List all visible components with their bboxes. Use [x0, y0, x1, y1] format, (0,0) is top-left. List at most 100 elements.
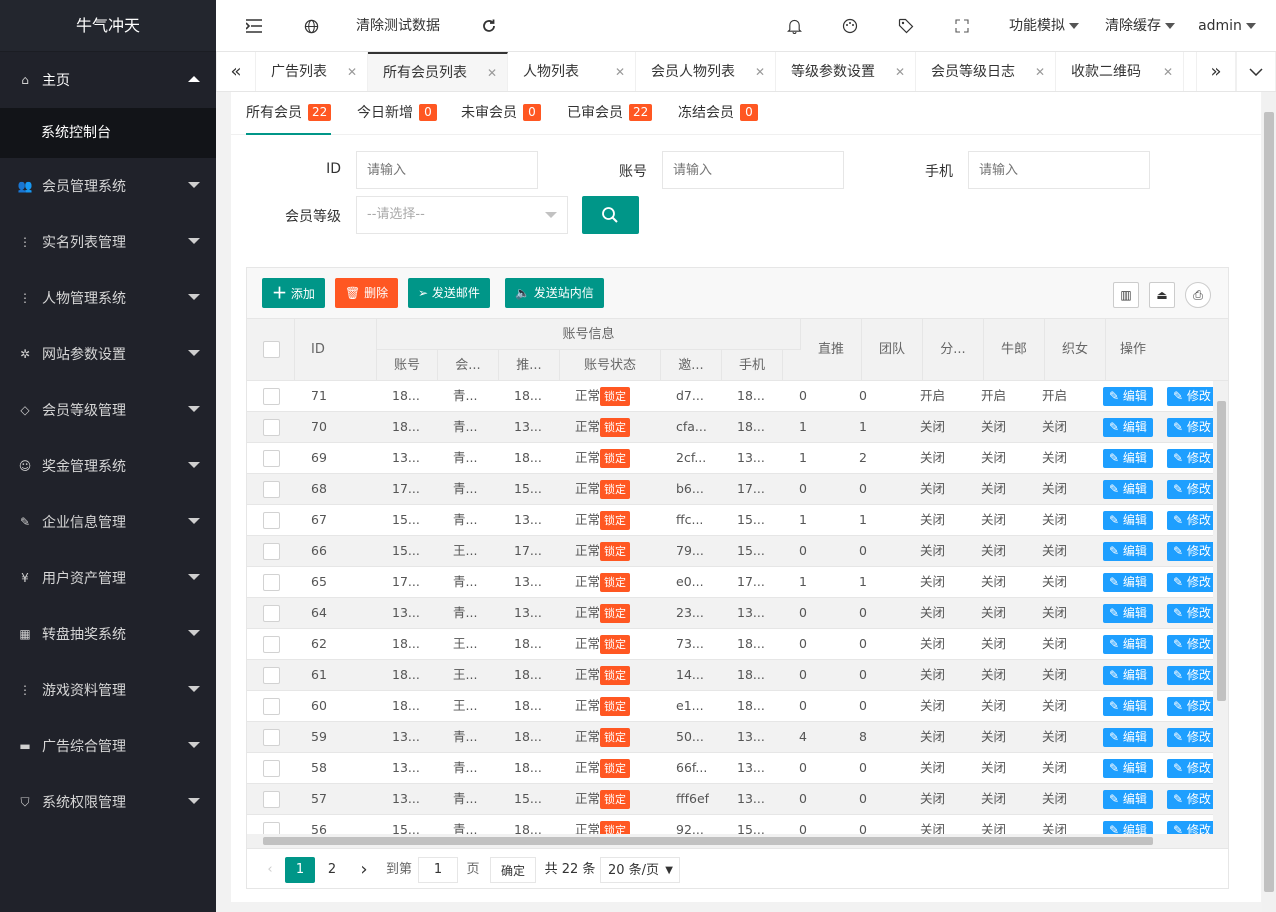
table-row[interactable]: 60 18... 王... 18... 正常 锁定 e1... 18... 0 0 关闭 关闭 关闭 ✎ …	[247, 691, 1213, 722]
lock-button[interactable]: 锁定	[600, 790, 631, 809]
sidebar-item-9[interactable]: ▦ 转盘抽奖系统	[0, 606, 216, 662]
lock-button[interactable]: 锁定	[600, 604, 631, 623]
edit-button[interactable]: ✎ 编辑	[1103, 697, 1153, 716]
table-row[interactable]: 71 18... 青... 18... 正常 锁定 d7... 18... 0 0 开启 开启 开启 ✎ …	[247, 381, 1213, 412]
table-row[interactable]: 59 13... 青... 18... 正常 锁定 50... 13... 4 8 关闭 关闭 关闭 ✎ …	[247, 722, 1213, 753]
lock-button[interactable]: 锁定	[600, 635, 631, 654]
col-account[interactable]: 账号	[377, 350, 438, 381]
edit-button[interactable]: ✎ 编辑	[1103, 635, 1153, 654]
table-row[interactable]: 64 13... 青... 13... 正常 锁定 23... 13... 0 0 关闭 关闭 关闭 ✎ …	[247, 598, 1213, 629]
col-share[interactable]: 分...	[923, 319, 984, 381]
page-2-button[interactable]: 2	[317, 857, 347, 883]
close-icon[interactable]: ✕	[487, 54, 497, 91]
edit-button[interactable]: ✎ 编辑	[1103, 387, 1153, 406]
edit-button[interactable]: ✎ 编辑	[1103, 759, 1153, 778]
row-checkbox[interactable]	[263, 419, 280, 436]
modify-button[interactable]: ✎ 修改	[1167, 759, 1213, 778]
sidebar-item-11[interactable]: ▬ 广告综合管理	[0, 718, 216, 774]
lock-button[interactable]: 锁定	[600, 449, 631, 468]
row-checkbox[interactable]	[263, 636, 280, 653]
tab-3[interactable]: 会员人物列表 ✕	[636, 52, 776, 91]
scroll-thumb[interactable]	[263, 837, 1153, 845]
close-icon[interactable]: ✕	[1035, 52, 1045, 91]
tab-5[interactable]: 会员等级日志 ✕	[916, 52, 1056, 91]
sidebar-item-12[interactable]: ⛉ 系统权限管理	[0, 774, 216, 830]
table-vertical-scrollbar[interactable]	[1213, 381, 1228, 834]
scroll-thumb[interactable]	[1264, 112, 1274, 892]
member-level-select[interactable]: --请选择--	[356, 196, 568, 234]
page-vertical-scrollbar[interactable]	[1262, 92, 1276, 912]
table-row[interactable]: 67 15... 青... 13... 正常 锁定 ffc... 15... 1 1 关闭 关闭 关闭 ✎…	[247, 505, 1213, 536]
sidebar-item-0[interactable]: ⌂ 主页	[0, 52, 216, 108]
row-checkbox[interactable]	[263, 388, 280, 405]
row-checkbox[interactable]	[263, 698, 280, 715]
edit-button[interactable]: ✎ 编辑	[1103, 542, 1153, 561]
bell-icon[interactable]	[784, 0, 804, 52]
col-member[interactable]: 会...	[438, 350, 499, 381]
tab-0[interactable]: 广告列表 ✕	[256, 52, 368, 91]
col-status[interactable]: 账号状态	[560, 350, 661, 381]
subtab-3[interactable]: 已审会员 22	[567, 92, 653, 135]
modify-button[interactable]: ✎ 修改	[1167, 821, 1213, 834]
table-row[interactable]: 62 18... 王... 18... 正常 锁定 73... 18... 0 0 关闭 关闭 关闭 ✎ …	[247, 629, 1213, 660]
lock-button[interactable]: 锁定	[600, 542, 631, 561]
table-row[interactable]: 70 18... 青... 13... 正常 锁定 cfa... 18... 1 1 关闭 关闭 关闭 ✎…	[247, 412, 1213, 443]
row-checkbox[interactable]	[263, 605, 280, 622]
col-cowherd[interactable]: 牛郎	[984, 319, 1045, 381]
table-row[interactable]: 57 13... 青... 15... 正常 锁定 fff6ef 13... 0 0 关闭 关闭 关闭 ✎…	[247, 784, 1213, 815]
table-row[interactable]: 66 15... 王... 17... 正常 锁定 79... 15... 0 0 关闭 关闭 关闭 ✎ …	[247, 536, 1213, 567]
clear-cache-menu[interactable]: 清除缓存	[1100, 0, 1180, 52]
function-simulate-menu[interactable]: 功能模拟	[1004, 0, 1084, 52]
col-invite[interactable]: 邀...	[661, 350, 722, 381]
modify-button[interactable]: ✎ 修改	[1167, 604, 1213, 623]
lock-button[interactable]: 锁定	[600, 728, 631, 747]
row-checkbox[interactable]	[263, 481, 280, 498]
delete-button[interactable]: 🗑 删除	[335, 278, 399, 308]
lock-button[interactable]: 锁定	[600, 759, 631, 778]
row-checkbox[interactable]	[263, 791, 280, 808]
modify-button[interactable]: ✎ 修改	[1167, 480, 1213, 499]
sidebar-item-5[interactable]: ◇ 会员等级管理	[0, 382, 216, 438]
col-direct[interactable]: 直推	[801, 319, 862, 381]
lock-button[interactable]: 锁定	[600, 480, 631, 499]
prev-page-icon[interactable]: ‹	[257, 857, 283, 883]
export-icon[interactable]: ⏏	[1149, 282, 1175, 308]
sidebar-item-1[interactable]: 👥 会员管理系统	[0, 158, 216, 214]
col-referrer[interactable]: 推...	[499, 350, 560, 381]
close-icon[interactable]: ✕	[347, 52, 357, 91]
lock-button[interactable]: 锁定	[600, 821, 631, 834]
col-phone[interactable]: 手机	[722, 350, 783, 381]
sidebar-item-3[interactable]: ⋮ 人物管理系统	[0, 270, 216, 326]
table-row[interactable]: 65 17... 青... 13... 正常 锁定 e0... 17... 1 1 关闭 关闭 关闭 ✎ …	[247, 567, 1213, 598]
row-checkbox[interactable]	[263, 729, 280, 746]
scroll-thumb[interactable]	[1217, 401, 1226, 701]
modify-button[interactable]: ✎ 修改	[1167, 449, 1213, 468]
print-icon[interactable]: ⎙	[1185, 282, 1211, 308]
col-id[interactable]: ID	[295, 319, 377, 381]
send-message-button[interactable]: 🔈 发送站内信	[505, 278, 604, 308]
edit-button[interactable]: ✎ 编辑	[1103, 573, 1153, 592]
sidebar-item-7[interactable]: ✎ 企业信息管理	[0, 494, 216, 550]
modify-button[interactable]: ✎ 修改	[1167, 418, 1213, 437]
tab-1[interactable]: 所有会员列表 ✕	[368, 52, 508, 91]
tab-4[interactable]: 等级参数设置 ✕	[776, 52, 916, 91]
tab-6[interactable]: 收款二维码 ✕	[1056, 52, 1184, 91]
row-checkbox[interactable]	[263, 667, 280, 684]
row-checkbox[interactable]	[263, 760, 280, 777]
tag-icon[interactable]	[896, 0, 916, 52]
lock-button[interactable]: 锁定	[600, 418, 631, 437]
id-input[interactable]	[356, 151, 538, 189]
modify-button[interactable]: ✎ 修改	[1167, 387, 1213, 406]
subtab-0[interactable]: 所有会员 22	[246, 92, 332, 135]
row-checkbox[interactable]	[263, 512, 280, 529]
sidebar-item-6[interactable]: ☺ 奖金管理系统	[0, 438, 216, 494]
modify-button[interactable]: ✎ 修改	[1167, 573, 1213, 592]
subtab-1[interactable]: 今日新增 0	[357, 92, 437, 135]
edit-button[interactable]: ✎ 编辑	[1103, 728, 1153, 747]
row-checkbox[interactable]	[263, 543, 280, 560]
user-menu[interactable]: admin	[1196, 0, 1258, 52]
subtab-2[interactable]: 未审会员 0	[461, 92, 541, 135]
modify-button[interactable]: ✎ 修改	[1167, 728, 1213, 747]
edit-button[interactable]: ✎ 编辑	[1103, 604, 1153, 623]
fullscreen-icon[interactable]	[952, 0, 972, 52]
